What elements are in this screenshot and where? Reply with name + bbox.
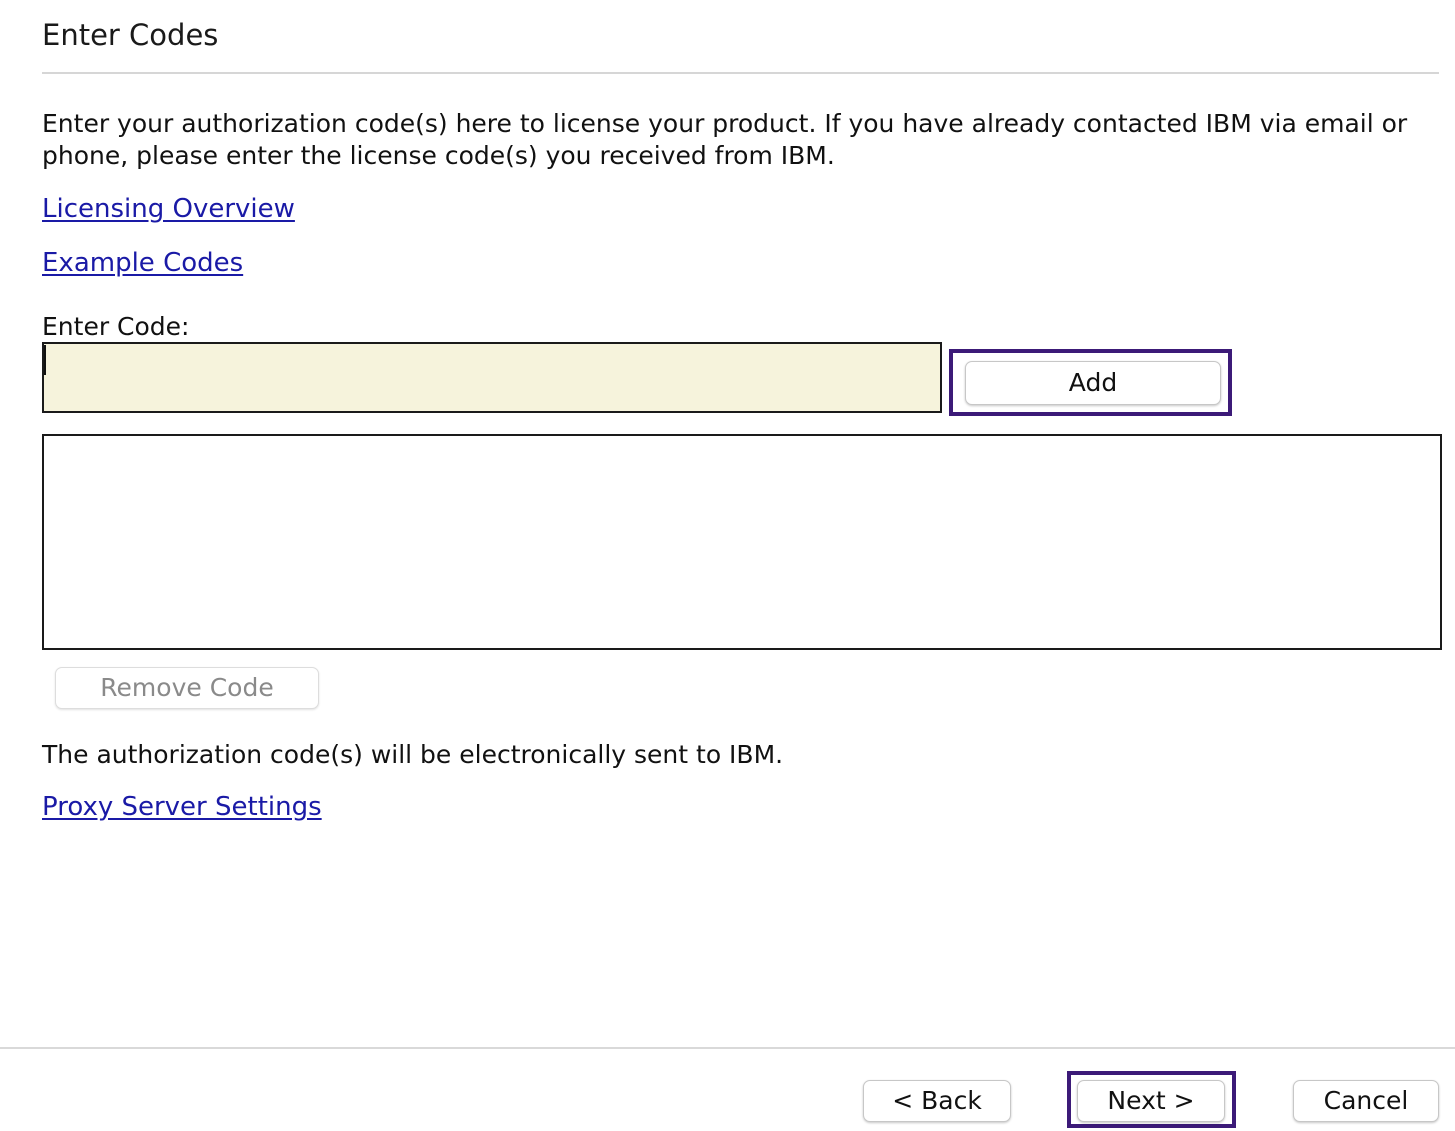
title-divider: [42, 72, 1439, 74]
cancel-button[interactable]: Cancel: [1293, 1080, 1439, 1122]
intro-text: Enter your authorization code(s) here to…: [42, 109, 1408, 170]
code-list[interactable]: [42, 434, 1442, 650]
next-button[interactable]: Next >: [1077, 1080, 1225, 1122]
footer-divider: [0, 1047, 1455, 1049]
enter-codes-page: Enter Codes Enter your authorization cod…: [0, 0, 1455, 1131]
back-button[interactable]: < Back: [863, 1080, 1011, 1122]
code-input[interactable]: [42, 342, 942, 413]
example-codes-link[interactable]: Example Codes: [42, 247, 243, 279]
licensing-overview-link[interactable]: Licensing Overview: [42, 193, 295, 225]
proxy-server-settings-link[interactable]: Proxy Server Settings: [42, 791, 322, 823]
enter-code-label: Enter Code:: [42, 312, 190, 341]
text-caret: [44, 345, 46, 375]
remove-code-button[interactable]: Remove Code: [55, 667, 319, 709]
sent-to-ibm-note: The authorization code(s) will be electr…: [42, 740, 784, 769]
add-button[interactable]: Add: [965, 361, 1221, 405]
page-title: Enter Codes: [42, 18, 219, 52]
